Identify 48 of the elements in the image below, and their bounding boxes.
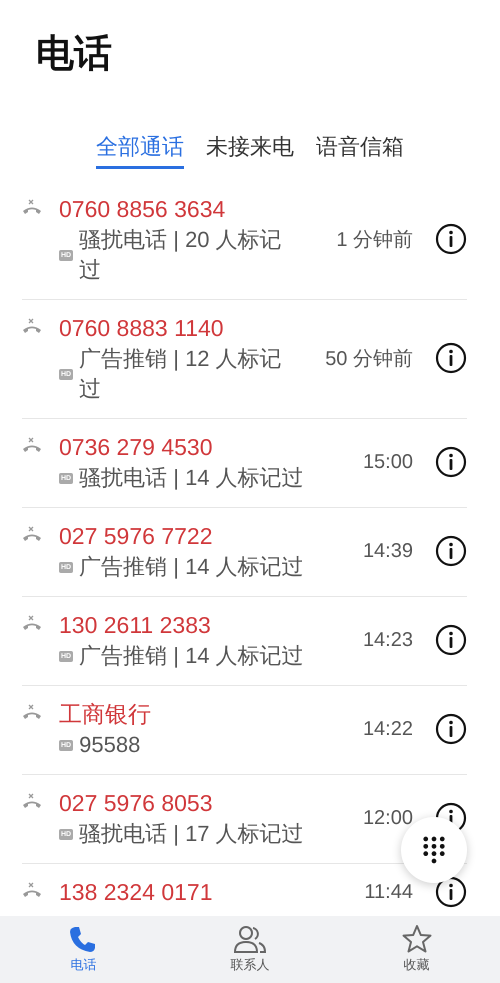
missed-call-icon (22, 526, 42, 542)
call-time: 14:23 (362, 628, 413, 652)
call-detail: 广告推销 | 14 人标记过 (79, 642, 304, 670)
call-detail: 骚扰电话 | 14 人标记过 (79, 464, 304, 492)
call-detail: 广告推销 | 12 人标记过 (79, 345, 283, 403)
caller-name: 027 5976 7722 (59, 522, 214, 551)
call-detail: 95588 (79, 731, 140, 759)
missed-call-icon (22, 615, 42, 631)
caller-name: 138 2324 0171 (59, 878, 214, 907)
nav-tab[interactable]: 联系人 (166, 916, 334, 983)
call-time: 1 分钟前 (336, 228, 413, 252)
nav-tab[interactable]: 收藏 (333, 916, 500, 983)
info-icon[interactable] (435, 535, 467, 567)
contacts-icon (233, 924, 267, 954)
info-icon[interactable] (435, 876, 467, 908)
call-time: 12:00 (362, 806, 413, 830)
missed-call-icon (22, 882, 42, 898)
info-icon[interactable] (435, 624, 467, 656)
call-detail: 骚扰电话 | 20 人标记过 (79, 226, 283, 284)
nav-tab[interactable]: 电话 (0, 916, 167, 983)
caller-name: 0736 279 4530 (59, 433, 214, 462)
call-detail: 广告推销 | 14 人标记过 (79, 553, 304, 581)
missed-call-icon (22, 793, 42, 809)
missed-call-icon (22, 199, 42, 215)
caller-name: 0760 8856 3634 (59, 195, 226, 224)
caller-name: 027 5976 8053 (59, 789, 214, 818)
missed-call-icon (22, 437, 42, 453)
tab[interactable]: 全部通话 (96, 132, 184, 169)
missed-call-icon (22, 318, 42, 334)
tab[interactable]: 未接来电 (206, 132, 294, 169)
call-time: 11:44 (364, 880, 413, 904)
dialpad-icon (423, 836, 445, 864)
call-time: 14:22 (362, 718, 413, 740)
info-icon[interactable] (435, 223, 467, 255)
star-icon (402, 924, 432, 954)
caller-name: 工商银行 (59, 700, 152, 729)
caller-name: 130 2611 2383 (59, 611, 212, 640)
call-time: 50 分钟前 (325, 346, 413, 372)
call-time: 14:39 (362, 540, 413, 562)
missed-call-icon (22, 704, 42, 720)
info-icon[interactable] (435, 446, 467, 478)
page-title: 电话 (35, 32, 113, 77)
call-time: 15:00 (362, 450, 413, 474)
caller-name: 0760 8883 1140 (59, 314, 225, 343)
info-icon[interactable] (435, 342, 467, 374)
call-detail: 骚扰电话 | 17 人标记过 (79, 820, 304, 848)
tab[interactable]: 语音信箱 (316, 132, 404, 169)
info-icon[interactable] (435, 713, 467, 745)
